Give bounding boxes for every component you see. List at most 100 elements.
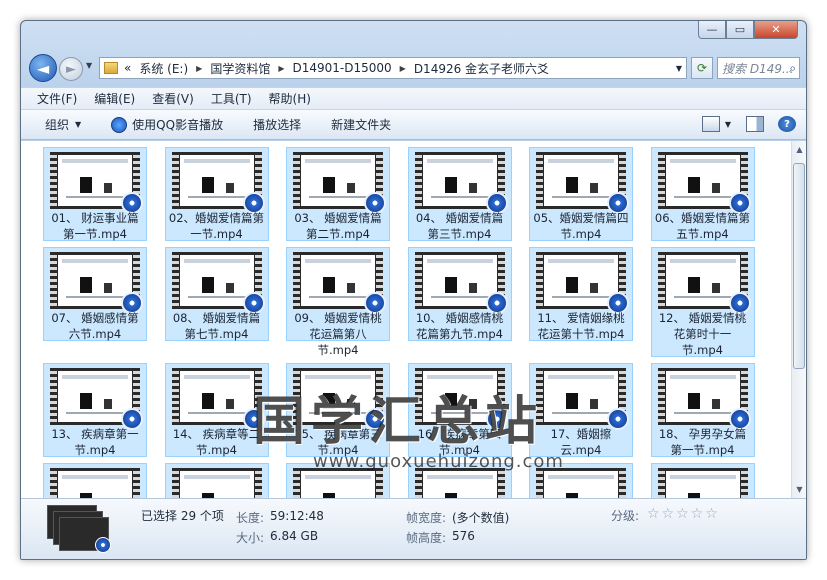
file-name: 07、 婚姻感情第六节.mp4 [51, 311, 139, 341]
length-value: 59:12:48 [270, 509, 324, 523]
file-name: 13、 疾病章第一节.mp4 [51, 427, 139, 457]
details-pane: 已选择 29 个项 长度: 59:12:48 大小: 6.84 GB 帧宽度: … [21, 498, 806, 559]
video-thumbnail [536, 468, 626, 498]
scroll-up-icon[interactable]: ▲ [792, 141, 806, 158]
thumbnail-screen [179, 471, 254, 498]
video-thumbnail [414, 468, 505, 498]
file-item[interactable] [164, 463, 269, 498]
menu-help[interactable]: 帮助(H) [269, 90, 311, 107]
caption-buttons: — ▭ ✕ [698, 21, 798, 39]
back-button[interactable]: ◄ [29, 54, 57, 82]
breadcrumb-current-folder[interactable]: D14926 金玄子老师六爻 [414, 60, 549, 77]
view-dropdown-icon[interactable]: ▼ [724, 116, 732, 132]
breadcrumb-arrow-icon[interactable]: ▶ [196, 64, 202, 73]
file-item[interactable]: 11、 爱情姻缘桃花运第十节.mp4 [529, 247, 633, 341]
back-arrow-icon: ◄ [36, 58, 50, 78]
forward-arrow-icon: ► [66, 61, 76, 77]
scrollbar-thumb[interactable] [793, 163, 805, 369]
selection-count: 已选择 29 个项 [141, 509, 224, 523]
size-value: 6.84 GB [270, 529, 319, 543]
file-item[interactable]: 09、 婚姻爱情桃花运篇第八节.mp4 [286, 247, 390, 357]
breadcrumb-arrow-icon[interactable]: ▶ [278, 64, 284, 73]
command-bar: 组织 ▼ 使用QQ影音播放 播放选择 新建文件夹 ▼ ? [21, 109, 806, 140]
frame-height-label: 帧高度: [406, 531, 447, 545]
thumbnail-screen [665, 471, 740, 498]
breadcrumb-overflow[interactable]: « [124, 61, 131, 75]
watermark-text: 国学汇总站 [253, 391, 544, 452]
breadcrumb-guoxue[interactable]: 国学资料馆 [210, 60, 270, 77]
toolbar-right: ▼ ? [688, 116, 796, 132]
maximize-button[interactable]: ▭ [726, 21, 754, 39]
file-name: 14、 疾病章等二节.mp4 [172, 427, 261, 457]
file-item[interactable]: 12、 婚姻爱情桃花第时十一节.mp4 [650, 247, 755, 357]
menu-file[interactable]: 文件(F) [37, 90, 77, 107]
file-item[interactable]: 07、 婚姻感情第六节.mp4 [43, 247, 147, 341]
new-folder-button[interactable]: 新建文件夹 [331, 116, 391, 133]
address-row: ◄ ► ▼ « 系统 (E:) ▶ 国学资料馆 ▶ D14901-D15000 … [29, 54, 800, 82]
qq-play-button[interactable]: 使用QQ影音播放 [111, 116, 223, 133]
thumbnail-screen [422, 471, 497, 498]
search-input[interactable]: 搜索 D149... ⌕ [717, 57, 800, 79]
forward-button[interactable]: ► [59, 57, 83, 81]
play-selection-button[interactable]: 播放选择 [253, 116, 301, 133]
video-thumbnail [171, 468, 262, 498]
chevron-down-icon: ▼ [75, 120, 82, 129]
rating-stars[interactable]: ☆☆☆☆☆ [647, 506, 720, 522]
file-item[interactable] [43, 463, 147, 498]
file-item[interactable] [650, 463, 755, 498]
address-dropdown-icon[interactable]: ▼ [676, 64, 682, 73]
search-placeholder: 搜索 D149... [722, 61, 794, 76]
menu-tools[interactable]: 工具(T) [211, 90, 252, 107]
file-item[interactable]: 17、婚姻擦云.mp4 [529, 363, 633, 457]
frame-width-value: (多个数值) [452, 511, 510, 525]
file-item[interactable]: 04、 婚姻爱情篇第三节.mp4 [407, 147, 512, 241]
size-label: 大小: [236, 531, 265, 545]
folder-icon [104, 62, 118, 74]
view-options-icon[interactable] [702, 116, 720, 132]
thumbnail-screen [665, 255, 740, 306]
new-folder-label: 新建文件夹 [331, 118, 392, 132]
thumbnail-screen [665, 371, 740, 422]
file-list[interactable]: 01、 财运事业篇第一节.mp4 02、婚姻爱情篇第一节.mp4 03、 婚姻爱情篇… [21, 141, 791, 498]
vertical-scrollbar[interactable]: ▲ ▼ [791, 141, 806, 498]
file-name: 02、婚姻爱情篇第一节.mp4 [168, 211, 265, 241]
thumbnail-screen [179, 155, 254, 206]
thumbnail-screen [665, 155, 740, 206]
organize-button[interactable]: 组织 ▼ [45, 116, 81, 133]
thumbnail-screen [179, 255, 254, 306]
file-item[interactable]: 18、 孕男孕女篇第一节.mp4 [650, 363, 755, 457]
file-item[interactable]: 10、 婚姻感情桃花篇第九节.mp4 [407, 247, 512, 341]
minimize-button[interactable]: — [698, 21, 726, 39]
breadcrumb-arrow-icon[interactable]: ▶ [400, 64, 406, 73]
play-selection-label: 播放选择 [253, 118, 302, 132]
thumbnail-screen [179, 371, 254, 422]
file-item[interactable]: 01、 财运事业篇第一节.mp4 [43, 147, 147, 241]
preview-pane-icon[interactable] [746, 116, 764, 132]
file-item[interactable]: 03、 婚姻爱情篇第二节.mp4 [286, 147, 390, 241]
qq-player-icon [111, 116, 128, 133]
recent-pages-dropdown[interactable]: ▼ [86, 61, 92, 70]
file-name: 01、 财运事业篇第一节.mp4 [51, 211, 139, 241]
breadcrumb-drive[interactable]: 系统 (E:) [139, 60, 188, 77]
refresh-button[interactable]: ⟳ [691, 57, 713, 79]
help-icon[interactable]: ? [778, 116, 796, 132]
menu-view[interactable]: 查看(V) [152, 90, 194, 107]
menu-edit[interactable]: 编辑(E) [94, 90, 135, 107]
file-name: 08、 婚姻爱情篇第七节.mp4 [172, 311, 261, 341]
scroll-down-icon[interactable]: ▼ [792, 481, 806, 498]
close-button[interactable]: ✕ [754, 21, 798, 39]
breadcrumb-range[interactable]: D14901-D15000 [292, 61, 391, 75]
file-name: 03、 婚姻爱情篇第二节.mp4 [294, 211, 382, 241]
search-icon[interactable]: ⌕ [789, 61, 796, 76]
file-item[interactable]: 05、婚姻爱情篇四节.mp4 [529, 147, 633, 241]
watermark-url: www.guoxuehuizong.com [313, 451, 564, 472]
file-item[interactable]: 08、 婚姻爱情篇第七节.mp4 [164, 247, 269, 341]
length-label: 长度: [236, 511, 265, 525]
file-item[interactable]: 02、婚姻爱情篇第一节.mp4 [164, 147, 269, 241]
file-item[interactable]: 13、 疾病章第一节.mp4 [43, 363, 147, 457]
file-name: 06、婚姻爱情篇第五节.mp4 [654, 211, 751, 241]
file-item[interactable]: 06、婚姻爱情篇第五节.mp4 [650, 147, 755, 241]
address-bar[interactable]: « 系统 (E:) ▶ 国学资料馆 ▶ D14901-D15000 ▶ D149… [99, 57, 687, 79]
thumbnail-screen [58, 471, 132, 498]
rating-label: 分级: [611, 509, 640, 523]
